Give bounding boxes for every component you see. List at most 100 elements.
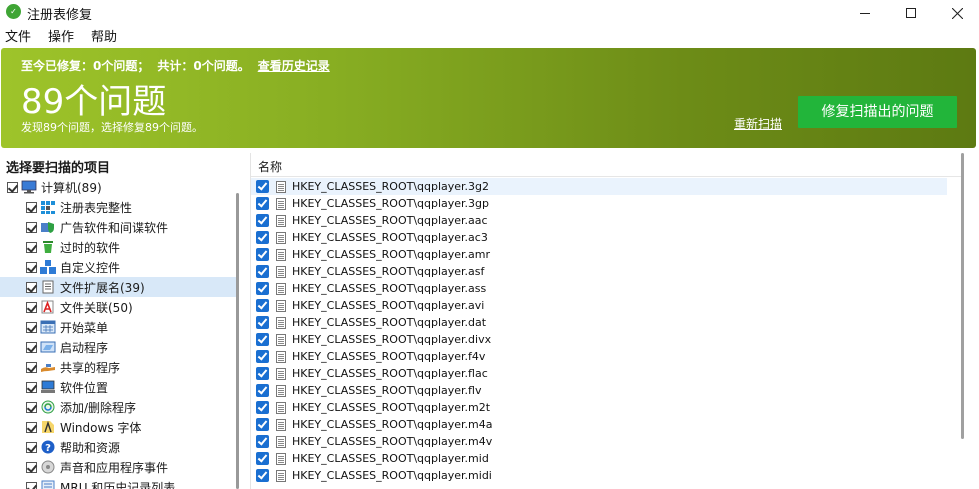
maximize-button[interactable] bbox=[888, 0, 934, 26]
registry-key-path: HKEY_CLASSES_ROOT\qqplayer.flv bbox=[292, 384, 482, 397]
table-row[interactable]: HKEY_CLASSES_ROOT\qqplayer.m4v bbox=[251, 433, 947, 450]
registry-key-icon bbox=[276, 418, 286, 431]
rescan-link[interactable]: 重新扫描 bbox=[734, 115, 782, 132]
column-name-label: 名称 bbox=[258, 160, 283, 174]
tree-item-file-associations[interactable]: 文件关联(50) bbox=[0, 297, 236, 317]
tree-item-obsolete-software[interactable]: 过时的软件 bbox=[0, 237, 236, 257]
checkbox[interactable] bbox=[26, 261, 37, 273]
tree-item-shared-programs[interactable]: 共享的程序 bbox=[0, 357, 236, 377]
checkbox[interactable] bbox=[26, 421, 37, 433]
tree-item-label: 添加/删除程序 bbox=[60, 400, 137, 415]
fix-issues-button[interactable]: 修复扫描出的问题 bbox=[798, 96, 957, 128]
row-checkbox[interactable] bbox=[256, 265, 269, 278]
row-checkbox[interactable] bbox=[256, 316, 269, 329]
table-row[interactable]: HKEY_CLASSES_ROOT\qqplayer.ass bbox=[251, 280, 947, 297]
category-tree: 计算机(89) 注册表完整性 广告软件和间谍软件 过时的软件 自定义控件 文件扩… bbox=[0, 177, 236, 489]
tree-item-software-locations[interactable]: 软件位置 bbox=[0, 377, 236, 397]
table-row[interactable]: HKEY_CLASSES_ROOT\qqplayer.avi bbox=[251, 297, 947, 314]
row-checkbox[interactable] bbox=[256, 435, 269, 448]
tree-item-mru-history[interactable]: MRU 和历史记录列表 bbox=[0, 477, 236, 489]
tree-item-add-remove-programs[interactable]: 添加/删除程序 bbox=[0, 397, 236, 417]
issue-list: HKEY_CLASSES_ROOT\qqplayer.3g2 HKEY_CLASS… bbox=[251, 178, 947, 484]
tree-item-label: 共享的程序 bbox=[60, 360, 121, 375]
checkbox[interactable] bbox=[26, 281, 37, 293]
table-row[interactable]: HKEY_CLASSES_ROOT\qqplayer.divx bbox=[251, 331, 947, 348]
table-row[interactable]: HKEY_CLASSES_ROOT\qqplayer.ac3 bbox=[251, 229, 947, 246]
category-scrollbar[interactable] bbox=[236, 193, 239, 489]
tree-item-computer[interactable]: 计算机(89) bbox=[0, 177, 236, 197]
checkbox[interactable] bbox=[26, 441, 37, 453]
row-checkbox[interactable] bbox=[256, 350, 269, 363]
registry-key-icon bbox=[276, 469, 286, 482]
checkbox[interactable] bbox=[26, 401, 37, 413]
checkbox[interactable] bbox=[26, 481, 37, 489]
tree-item-custom-controls[interactable]: 自定义控件 bbox=[0, 257, 236, 277]
repair-stats: 至今已修复：0个问题； 共计：0个问题。 查看历史记录 bbox=[21, 57, 330, 74]
app-logo-icon: ✓ bbox=[6, 4, 21, 19]
row-checkbox[interactable] bbox=[256, 452, 269, 465]
row-checkbox[interactable] bbox=[256, 214, 269, 227]
row-checkbox[interactable] bbox=[256, 469, 269, 482]
menu-file[interactable]: 文件 bbox=[0, 28, 37, 48]
table-row[interactable]: HKEY_CLASSES_ROOT\qqplayer.flv bbox=[251, 382, 947, 399]
tree-item-sound-events[interactable]: 声音和应用程序事件 bbox=[0, 457, 236, 477]
row-checkbox[interactable] bbox=[256, 367, 269, 380]
tree-item-start-menu[interactable]: 开始菜单 bbox=[0, 317, 236, 337]
view-history-link[interactable]: 查看历史记录 bbox=[258, 57, 330, 74]
row-checkbox[interactable] bbox=[256, 418, 269, 431]
row-checkbox[interactable] bbox=[256, 197, 269, 210]
table-row[interactable]: HKEY_CLASSES_ROOT\qqplayer.f4v bbox=[251, 348, 947, 365]
window-title: 注册表修复 bbox=[27, 8, 93, 23]
row-checkbox[interactable] bbox=[256, 384, 269, 397]
registry-key-path: HKEY_CLASSES_ROOT\qqplayer.flac bbox=[292, 367, 488, 380]
row-checkbox[interactable] bbox=[256, 333, 269, 346]
row-checkbox[interactable] bbox=[256, 282, 269, 295]
tree-item-registry-integrity[interactable]: 注册表完整性 bbox=[0, 197, 236, 217]
row-checkbox[interactable] bbox=[256, 180, 269, 193]
close-button[interactable] bbox=[934, 0, 979, 26]
row-checkbox[interactable] bbox=[256, 231, 269, 244]
column-header[interactable]: 名称 bbox=[251, 153, 961, 177]
tree-item-label: 启动程序 bbox=[60, 340, 109, 355]
tree-item-windows-fonts[interactable]: Windows 字体 bbox=[0, 417, 236, 437]
checkbox[interactable] bbox=[26, 341, 37, 353]
tree-item-adware-spyware[interactable]: 广告软件和间谍软件 bbox=[0, 217, 236, 237]
table-row[interactable]: HKEY_CLASSES_ROOT\qqplayer.m4a bbox=[251, 416, 947, 433]
table-row[interactable]: HKEY_CLASSES_ROOT\qqplayer.m2t bbox=[251, 399, 947, 416]
tree-item-label: 自定义控件 bbox=[60, 260, 121, 275]
checkbox[interactable] bbox=[7, 181, 18, 193]
menu-action[interactable]: 操作 bbox=[43, 28, 80, 48]
table-row[interactable]: HKEY_CLASSES_ROOT\qqplayer.mid bbox=[251, 450, 947, 467]
registry-key-icon bbox=[276, 350, 286, 363]
row-checkbox[interactable] bbox=[256, 401, 269, 414]
table-row[interactable]: HKEY_CLASSES_ROOT\qqplayer.3g2 bbox=[251, 178, 947, 195]
table-row[interactable]: HKEY_CLASSES_ROOT\qqplayer.aac bbox=[251, 212, 947, 229]
issue-list-scrollbar[interactable] bbox=[961, 153, 964, 439]
table-row[interactable]: HKEY_CLASSES_ROOT\qqplayer.dat bbox=[251, 314, 947, 331]
row-checkbox[interactable] bbox=[256, 248, 269, 261]
tree-item-file-extensions[interactable]: 文件扩展名(39) bbox=[0, 277, 236, 297]
row-checkbox[interactable] bbox=[256, 299, 269, 312]
registry-key-path: HKEY_CLASSES_ROOT\qqplayer.avi bbox=[292, 299, 485, 312]
checkbox[interactable] bbox=[26, 361, 37, 373]
shield-icon bbox=[41, 222, 54, 233]
menu-help[interactable]: 帮助 bbox=[86, 28, 123, 48]
sound-icon bbox=[41, 460, 55, 474]
checkbox[interactable] bbox=[26, 241, 37, 253]
checkbox[interactable] bbox=[26, 201, 37, 213]
checkbox[interactable] bbox=[26, 461, 37, 473]
tree-item-startup-programs[interactable]: 启动程序 bbox=[0, 337, 236, 357]
checkbox[interactable] bbox=[26, 381, 37, 393]
minimize-button[interactable] bbox=[842, 0, 888, 26]
checkbox[interactable] bbox=[26, 321, 37, 333]
tree-item-help-resources[interactable]: ? 帮助和资源 bbox=[0, 437, 236, 457]
table-row[interactable]: HKEY_CLASSES_ROOT\qqplayer.midi bbox=[251, 467, 947, 484]
checkbox[interactable] bbox=[26, 301, 37, 313]
table-row[interactable]: HKEY_CLASSES_ROOT\qqplayer.amr bbox=[251, 246, 947, 263]
tree-item-label: 广告软件和间谍软件 bbox=[60, 220, 169, 235]
checkbox[interactable] bbox=[26, 221, 37, 233]
table-row[interactable]: HKEY_CLASSES_ROOT\qqplayer.asf bbox=[251, 263, 947, 280]
table-row[interactable]: HKEY_CLASSES_ROOT\qqplayer.flac bbox=[251, 365, 947, 382]
tree-item-label: 软件位置 bbox=[60, 380, 109, 395]
table-row[interactable]: HKEY_CLASSES_ROOT\qqplayer.3gp bbox=[251, 195, 947, 212]
